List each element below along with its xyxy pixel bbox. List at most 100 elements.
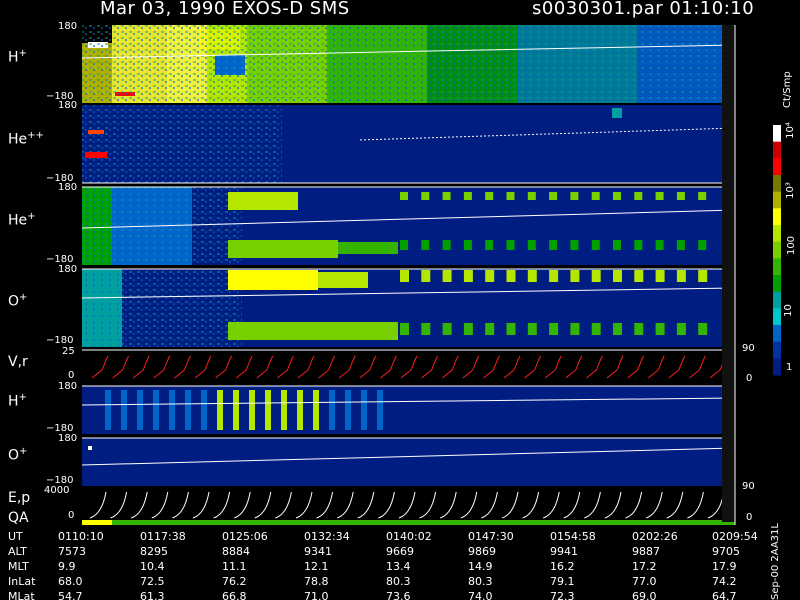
blob-o-top	[613, 270, 622, 282]
table-cell: 74.2	[712, 575, 737, 588]
table-cell: 8884	[222, 545, 250, 558]
blob-o-bottom	[400, 323, 409, 335]
blob-he-bottom	[506, 240, 515, 250]
blob-o-top	[591, 270, 601, 282]
blob-he-top	[676, 192, 685, 200]
stripe	[281, 390, 287, 430]
blob-he-bottom	[613, 240, 621, 250]
blob-he-bottom	[655, 240, 664, 250]
blob-he-top	[655, 192, 664, 200]
blob-o-top	[634, 270, 644, 282]
blob-o-top	[527, 270, 537, 282]
colorbar-segment	[773, 358, 781, 376]
blob-o-bottom	[463, 323, 473, 335]
colorbar	[773, 125, 781, 376]
colorbar-segment	[773, 125, 781, 143]
table-cell: 80.3	[386, 575, 411, 588]
table-cell: 9887	[632, 545, 660, 558]
panel-ep	[82, 490, 725, 520]
blob-o-bottom	[442, 323, 452, 335]
blob-o-bottom	[634, 323, 644, 335]
colorbar-segment	[773, 325, 781, 343]
blob-o-top	[676, 270, 686, 282]
blob-he-top	[400, 192, 408, 200]
table-cell: 12.1	[304, 560, 329, 573]
table-cell: 72.3	[550, 590, 575, 600]
table-cell: 0110:10	[58, 530, 104, 543]
stripe	[249, 390, 255, 430]
table-cell: 77.0	[632, 575, 657, 588]
table-cell: 7573	[58, 545, 86, 558]
blob-he-top	[570, 192, 579, 200]
stripe	[137, 390, 143, 430]
table-cell: 80.3	[468, 575, 493, 588]
stripe	[153, 390, 159, 430]
blob-he-top	[442, 192, 451, 200]
blob-o-bottom	[570, 323, 580, 335]
blob-o-bottom	[698, 323, 708, 335]
stripe	[169, 390, 175, 430]
colorbar-segment	[773, 275, 781, 293]
page: { "header": { "date_mission": "Mar 03, 1…	[0, 0, 800, 600]
spectrogram-panels: Ct/Smp	[81, 25, 793, 525]
table-cell: 76.2	[222, 575, 247, 588]
blob-he-bottom	[527, 240, 536, 250]
table-cell: 17.9	[712, 560, 737, 573]
blob-o-bottom	[591, 323, 601, 335]
panel-he-plusplus	[82, 105, 736, 184]
blob-o-bottom	[676, 323, 686, 335]
blob-he-bottom	[463, 240, 472, 250]
blob-he-top	[698, 192, 707, 200]
colorbar-segment	[773, 258, 781, 276]
table-cell: 64.7	[712, 590, 737, 600]
table-cell: 54.7	[58, 590, 83, 600]
table-cell: 17.2	[632, 560, 657, 573]
colorbar-segment	[773, 225, 781, 243]
colorbar-label-1: 1	[786, 362, 793, 373]
right-edge-strip	[722, 25, 735, 522]
table-cell: 8295	[140, 545, 168, 558]
blob-o-top	[463, 270, 473, 282]
qa-bar	[112, 520, 735, 525]
table-cell: 10.4	[140, 560, 165, 573]
row-label-ut: UT	[8, 530, 23, 543]
colorbar-segment	[773, 241, 781, 259]
stripe	[201, 390, 207, 430]
blob-he-bottom	[549, 240, 558, 250]
stripe	[105, 390, 111, 430]
table-cell: 0202:26	[632, 530, 678, 543]
stripe	[377, 390, 383, 430]
blob-o-bottom	[485, 323, 495, 335]
colorbar-segment	[773, 141, 781, 159]
blob-o-top	[506, 270, 516, 282]
blob-he-bottom	[676, 240, 685, 250]
table-cell: 0140:02	[386, 530, 432, 543]
table-cell: 78.8	[304, 575, 329, 588]
blob-o-top	[655, 270, 665, 282]
blob-he-bottom	[421, 240, 430, 250]
panel-vr	[82, 349, 735, 382]
blob-he-top	[506, 192, 515, 200]
colorbar-label-1e4: 10⁴	[784, 122, 796, 139]
colorbar-segment	[773, 191, 781, 209]
table-cell: 61.3	[140, 590, 165, 600]
stripe	[329, 390, 335, 430]
blob-o-top	[570, 270, 580, 282]
blob-o-top	[442, 270, 452, 282]
qa-bar-flag	[82, 520, 112, 525]
footer-sideways: Sep-00 2AA31L	[770, 523, 781, 600]
colorbar-label-10: 10	[782, 304, 794, 317]
colorbar-label-100: 100	[786, 235, 798, 256]
table-cell: 9941	[550, 545, 578, 558]
colorbar-segment	[773, 175, 781, 193]
blob-o-bottom	[655, 323, 665, 335]
blob-he-top	[634, 192, 643, 200]
table-cell: 0154:58	[550, 530, 596, 543]
blob-he-top	[549, 192, 558, 200]
table-cell: 0125:06	[222, 530, 268, 543]
stripe	[313, 390, 319, 430]
blob-o-bottom	[613, 323, 622, 335]
table-cell: 13.4	[386, 560, 411, 573]
blob-he-bottom	[634, 240, 643, 250]
row-label-inlat: InLat	[8, 575, 36, 588]
